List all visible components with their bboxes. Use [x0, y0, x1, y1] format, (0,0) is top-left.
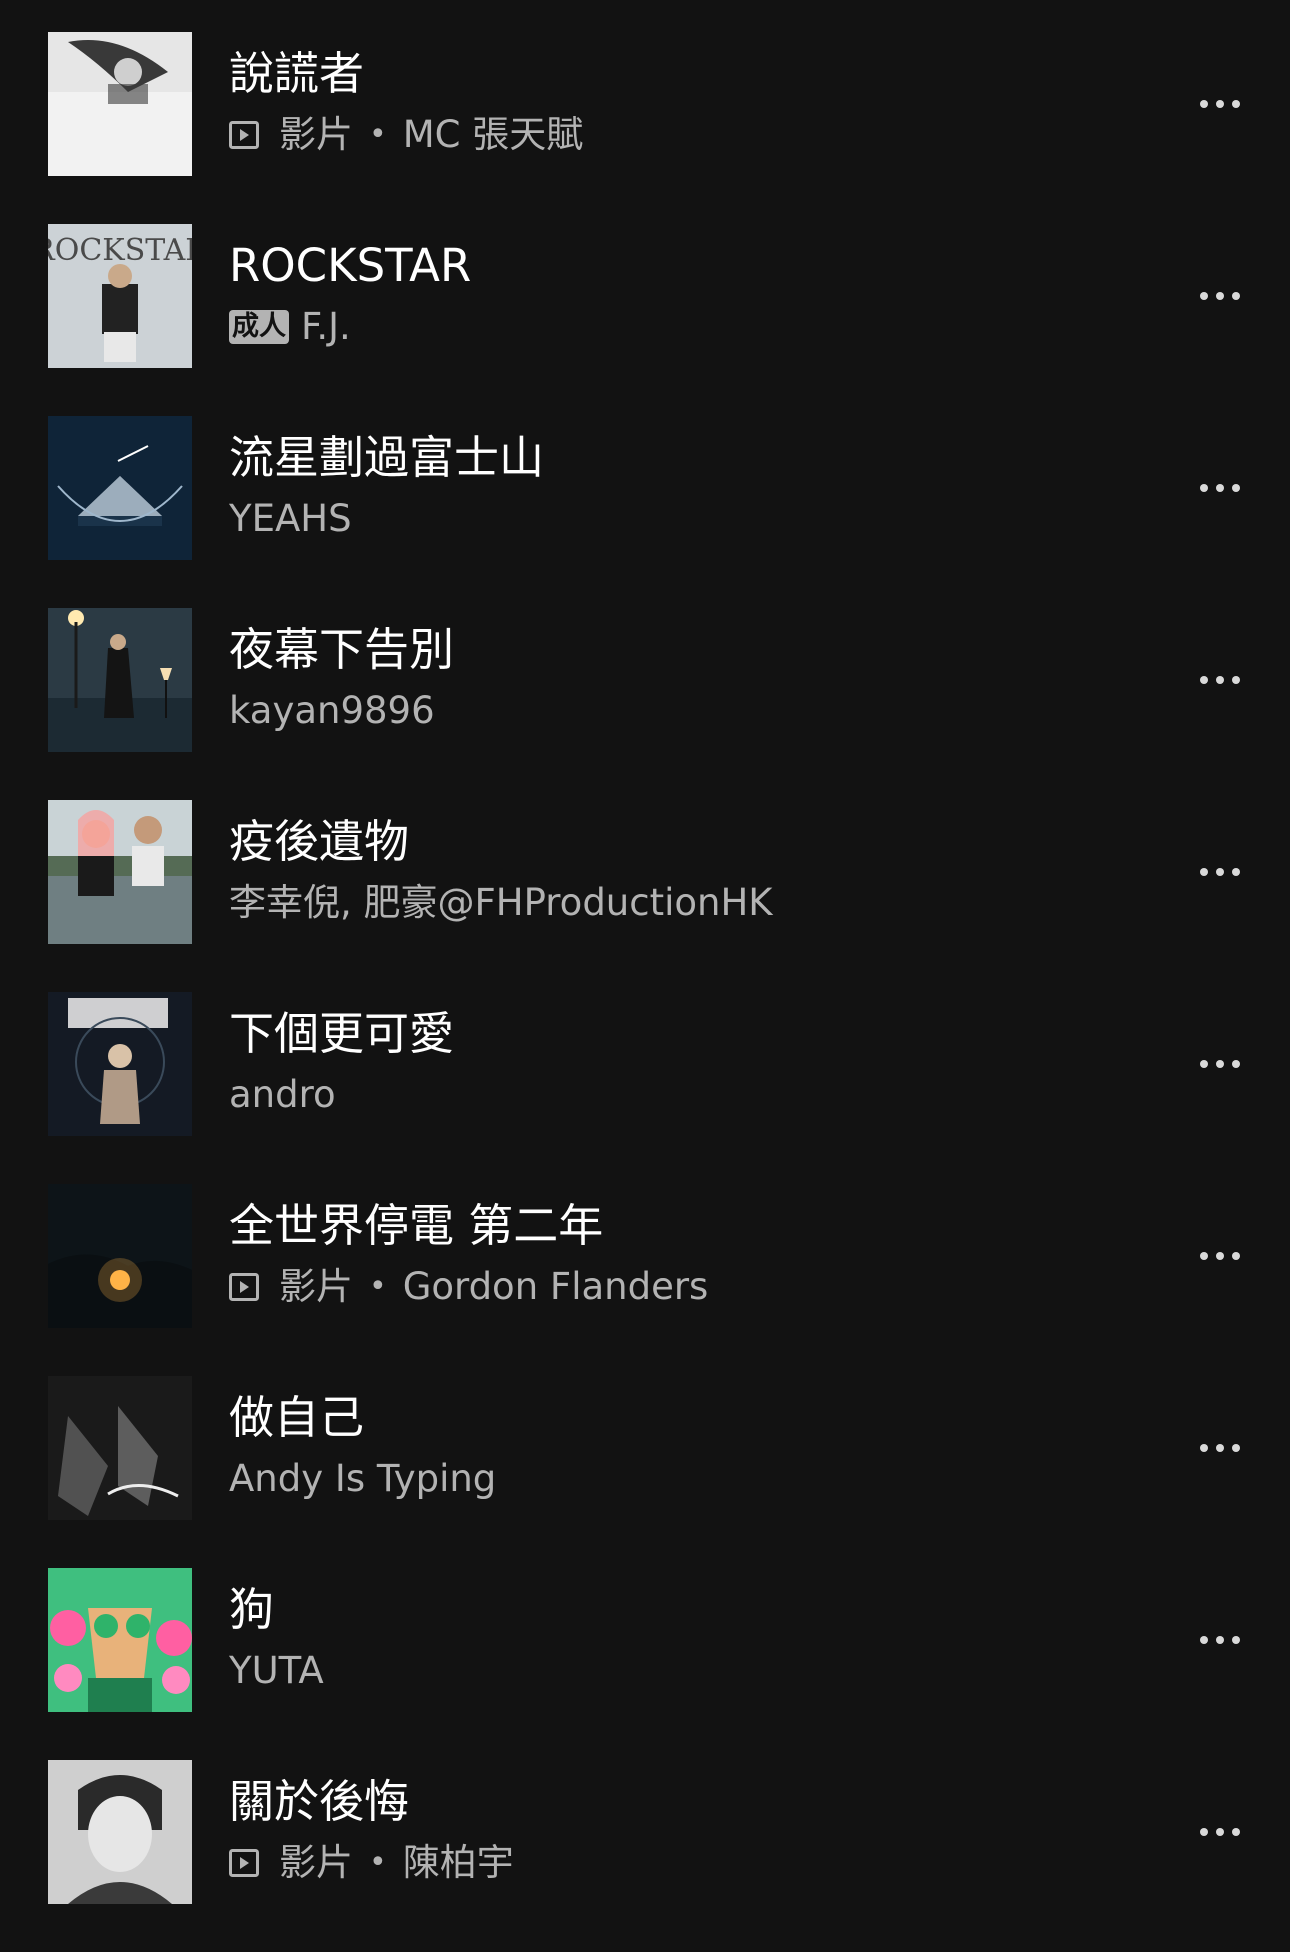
video-icon: [229, 1273, 259, 1301]
track-subtitle: 成人 F.J.: [229, 304, 351, 350]
artist-name: Gordon Flanders: [402, 1265, 709, 1308]
track-title: 關於後悔: [229, 1775, 410, 1828]
more-options-button[interactable]: [1180, 1032, 1260, 1096]
more-options-button[interactable]: [1180, 72, 1260, 136]
track-title: 流星劃過富士山: [229, 431, 545, 484]
artist-name: 李幸倪, 肥豪@FHProductionHK: [229, 881, 773, 924]
track-subtitle: kayan9896: [229, 688, 435, 734]
artist-name: MC 張天賦: [402, 113, 584, 156]
album-cover: [48, 1184, 192, 1328]
more-options-button[interactable]: [1180, 1800, 1260, 1864]
track-row[interactable]: 狗 YUTA: [0, 1568, 1290, 1760]
track-row[interactable]: 關於後悔 影片 • 陳柏宇: [0, 1760, 1290, 1952]
track-text: 關於後悔 影片 • 陳柏宇: [229, 1760, 1129, 1904]
track-subtitle: YEAHS: [229, 496, 352, 542]
artist-name: YEAHS: [229, 497, 352, 540]
track-text: 狗 YUTA: [229, 1568, 1129, 1712]
type-label: 影片: [279, 1265, 353, 1308]
video-icon: [229, 121, 259, 149]
track-text: 做自己 Andy Is Typing: [229, 1376, 1129, 1520]
track-text: 說謊者 影片 • MC 張天賦: [229, 32, 1129, 176]
more-options-button[interactable]: [1180, 456, 1260, 520]
artist-name: kayan9896: [229, 689, 435, 732]
more-options-button[interactable]: [1180, 840, 1260, 904]
track-text: 下個更可愛 andro: [229, 992, 1129, 1136]
more-options-button[interactable]: [1180, 1608, 1260, 1672]
album-cover: [48, 800, 192, 944]
track-text: 全世界停電 第二年 影片 • Gordon Flanders: [229, 1184, 1129, 1328]
type-label: 影片: [279, 113, 353, 156]
video-icon: [229, 1849, 259, 1877]
track-title: 說謊者: [229, 47, 365, 100]
track-row[interactable]: 流星劃過富士山 YEAHS: [0, 416, 1290, 608]
album-cover: [48, 1376, 192, 1520]
track-row[interactable]: ROCKSTAR ROCKSTAR 成人 F.J.: [0, 224, 1290, 416]
track-subtitle: 影片 • MC 張天賦: [229, 112, 583, 158]
album-cover: [48, 416, 192, 560]
artist-name: F.J.: [301, 305, 351, 348]
track-subtitle: Andy Is Typing: [229, 1456, 496, 1502]
track-row[interactable]: 疫後遺物 李幸倪, 肥豪@FHProductionHK: [0, 800, 1290, 992]
track-title: 疫後遺物: [229, 815, 410, 868]
album-cover: ROCKSTAR: [48, 224, 192, 368]
track-title: 狗: [229, 1583, 275, 1636]
more-options-button[interactable]: [1180, 648, 1260, 712]
track-list: 說謊者 影片 • MC 張天賦 ROCKSTAR: [0, 0, 1290, 1937]
track-row[interactable]: 全世界停電 第二年 影片 • Gordon Flanders: [0, 1184, 1290, 1376]
separator-dot: •: [369, 117, 387, 152]
separator-dot: •: [369, 1269, 387, 1304]
track-subtitle: andro: [229, 1072, 336, 1118]
track-title: 夜幕下告別: [229, 623, 455, 676]
track-row[interactable]: 說謊者 影片 • MC 張天賦: [0, 32, 1290, 224]
more-options-button[interactable]: [1180, 1416, 1260, 1480]
track-title: ROCKSTAR: [229, 239, 472, 292]
track-title: 下個更可愛: [229, 1007, 455, 1060]
album-cover: [48, 32, 192, 176]
track-text: ROCKSTAR 成人 F.J.: [229, 224, 1129, 368]
artist-name: YUTA: [229, 1649, 324, 1692]
artist-name: 陳柏宇: [402, 1841, 514, 1884]
track-subtitle: 影片 • Gordon Flanders: [229, 1264, 708, 1310]
more-options-button[interactable]: [1180, 1224, 1260, 1288]
explicit-badge: 成人: [229, 310, 289, 344]
track-row[interactable]: 做自己 Andy Is Typing: [0, 1376, 1290, 1568]
artist-name: Andy Is Typing: [229, 1457, 497, 1500]
track-text: 疫後遺物 李幸倪, 肥豪@FHProductionHK: [229, 800, 1129, 944]
album-cover: [48, 1568, 192, 1712]
album-cover: [48, 992, 192, 1136]
album-cover: [48, 608, 192, 752]
track-text: 流星劃過富士山 YEAHS: [229, 416, 1129, 560]
track-row[interactable]: 夜幕下告別 kayan9896: [0, 608, 1290, 800]
track-subtitle: 李幸倪, 肥豪@FHProductionHK: [229, 880, 773, 926]
artist-name: andro: [229, 1073, 336, 1116]
separator-dot: •: [369, 1845, 387, 1880]
track-title: 全世界停電 第二年: [229, 1199, 604, 1252]
track-subtitle: YUTA: [229, 1648, 324, 1694]
svg-text:ROCKSTAR: ROCKSTAR: [48, 233, 192, 268]
album-cover: [48, 1760, 192, 1904]
track-text: 夜幕下告別 kayan9896: [229, 608, 1129, 752]
track-title: 做自己: [229, 1391, 365, 1444]
type-label: 影片: [279, 1841, 353, 1884]
more-options-button[interactable]: [1180, 264, 1260, 328]
track-row[interactable]: 下個更可愛 andro: [0, 992, 1290, 1184]
track-subtitle: 影片 • 陳柏宇: [229, 1840, 514, 1886]
